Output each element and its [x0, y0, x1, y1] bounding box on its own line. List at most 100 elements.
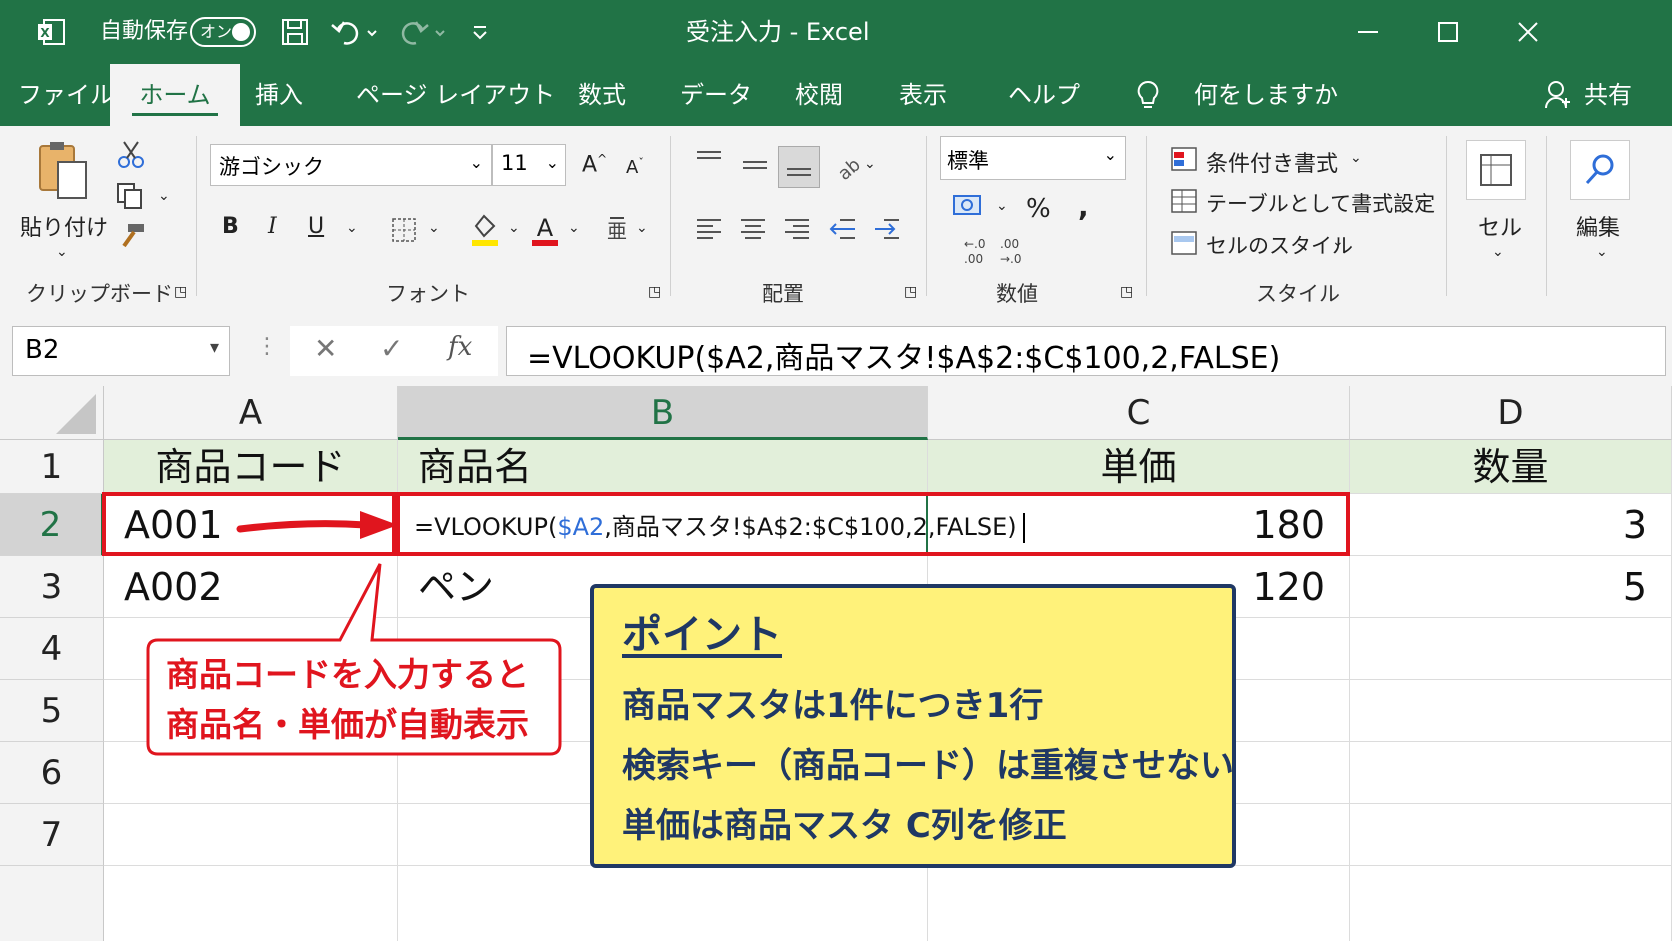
cell-a8[interactable]: [104, 866, 398, 941]
excel-icon[interactable]: X: [36, 18, 66, 46]
comma-button[interactable]: ,: [1078, 190, 1089, 223]
percent-button[interactable]: %: [1026, 194, 1051, 224]
phonetic-icon[interactable]: 亜: [606, 214, 628, 244]
copy-dropdown-icon[interactable]: ⌄: [158, 188, 170, 204]
fill-color-dropdown-icon[interactable]: ⌄: [508, 220, 520, 236]
maximize-icon[interactable]: [1436, 20, 1460, 44]
align-center-icon[interactable]: [738, 214, 768, 244]
person-icon[interactable]: [1544, 80, 1572, 110]
fill-color-icon[interactable]: [470, 212, 500, 246]
font-color-dropdown-icon[interactable]: ⌄: [568, 220, 580, 236]
close-icon[interactable]: [1516, 20, 1540, 44]
cells-icon[interactable]: [1466, 140, 1526, 200]
tab-review[interactable]: 校閲: [795, 64, 843, 126]
cancel-entry-icon[interactable]: ✕: [314, 332, 337, 365]
cell-c1[interactable]: 単価: [928, 440, 1350, 494]
align-right-icon[interactable]: [782, 214, 812, 244]
copy-icon[interactable]: [116, 182, 146, 210]
row-header-6[interactable]: 6: [0, 742, 104, 804]
underline-button[interactable]: U: [308, 214, 324, 239]
cell-styles-icon[interactable]: [1170, 230, 1200, 258]
font-size-select[interactable]: 11 ⌄: [492, 144, 566, 186]
confirm-entry-icon[interactable]: ✓: [380, 332, 403, 365]
currency-icon[interactable]: [952, 192, 986, 222]
cell-b8[interactable]: [398, 866, 928, 941]
increase-indent-icon[interactable]: [872, 214, 902, 244]
border-dropdown-icon[interactable]: ⌄: [428, 220, 440, 236]
alignment-launcher-icon[interactable]: ◳: [904, 284, 917, 300]
align-left-icon[interactable]: [694, 214, 724, 244]
lightbulb-icon[interactable]: [1136, 80, 1160, 112]
cell-a1[interactable]: 商品コード: [104, 440, 398, 494]
orientation-icon[interactable]: ab: [830, 150, 865, 185]
cell-d8[interactable]: [1350, 866, 1672, 941]
tab-home[interactable]: ホーム: [110, 64, 240, 126]
cell-styles-button[interactable]: セルのスタイル: [1206, 230, 1353, 260]
tell-me-box[interactable]: 何をしますか: [1194, 64, 1338, 126]
cell-d3[interactable]: 5: [1350, 556, 1672, 618]
row-header-5[interactable]: 5: [0, 680, 104, 742]
clipboard-launcher-icon[interactable]: ◳: [174, 284, 187, 300]
search-icon[interactable]: [1570, 140, 1630, 200]
format-as-table-dropdown-icon[interactable]: ⌄: [1414, 192, 1426, 208]
conditional-format-button[interactable]: 条件付き書式: [1206, 146, 1338, 178]
decrease-indent-icon[interactable]: [828, 214, 858, 244]
row-header-2[interactable]: 2: [0, 494, 104, 556]
tab-formulas[interactable]: 数式: [578, 64, 626, 126]
row-header-1[interactable]: 1: [0, 440, 104, 494]
tab-view[interactable]: 表示: [899, 64, 947, 126]
cells-button-label[interactable]: セル: [1478, 210, 1522, 242]
orientation-dropdown-icon[interactable]: ⌄: [864, 156, 876, 172]
insert-function-icon[interactable]: fx: [448, 332, 472, 362]
currency-dropdown-icon[interactable]: ⌄: [996, 198, 1008, 214]
conditional-format-icon[interactable]: [1170, 146, 1200, 174]
underline-dropdown-icon[interactable]: ⌄: [346, 220, 358, 236]
tab-help[interactable]: ヘルプ: [1008, 64, 1080, 126]
cell-c8[interactable]: [928, 866, 1350, 941]
autosave-toggle[interactable]: オン: [190, 17, 256, 47]
number-launcher-icon[interactable]: ◳: [1120, 284, 1133, 300]
cell-d4[interactable]: [1350, 618, 1672, 680]
formula-input[interactable]: =VLOOKUP($A2,商品マスタ!$A$2:$C$100,2,FALSE): [506, 326, 1666, 376]
cell-a3[interactable]: A002: [104, 556, 398, 618]
column-header-c[interactable]: C: [928, 386, 1350, 440]
save-icon[interactable]: [280, 17, 310, 47]
cell-d6[interactable]: [1350, 742, 1672, 804]
border-icon[interactable]: [390, 216, 418, 244]
minimize-icon[interactable]: [1356, 20, 1380, 44]
column-header-b[interactable]: B: [398, 386, 928, 440]
cell-d7[interactable]: [1350, 804, 1672, 866]
row-header-7[interactable]: 7: [0, 804, 104, 866]
paste-dropdown-icon[interactable]: ⌄: [56, 244, 68, 260]
undo-icon[interactable]: [330, 17, 380, 47]
align-top-icon[interactable]: [694, 146, 724, 176]
cell-styles-dropdown-icon[interactable]: ⌄: [1332, 234, 1344, 250]
cells-dropdown-icon[interactable]: ⌄: [1492, 244, 1504, 260]
number-format-select[interactable]: 標準 ⌄: [940, 136, 1126, 180]
font-name-select[interactable]: 游ゴシック ⌄: [210, 144, 492, 186]
format-as-table-button[interactable]: テーブルとして書式設定: [1206, 188, 1435, 218]
font-launcher-icon[interactable]: ◳: [648, 284, 661, 300]
row-header-3[interactable]: 3: [0, 556, 104, 618]
cell-d1[interactable]: 数量: [1350, 440, 1672, 494]
column-header-d[interactable]: D: [1350, 386, 1672, 440]
cell-d2[interactable]: 3: [1350, 494, 1672, 556]
cell-b1[interactable]: 商品名: [398, 440, 928, 494]
name-box[interactable]: B2 ▾: [12, 326, 230, 376]
cell-a7[interactable]: [104, 804, 398, 866]
tab-page-layout[interactable]: ページ レイアウト: [356, 64, 555, 126]
bold-button[interactable]: B: [222, 214, 239, 239]
editing-dropdown-icon[interactable]: ⌄: [1596, 244, 1608, 260]
row-header-4[interactable]: 4: [0, 618, 104, 680]
paste-label[interactable]: 貼り付け: [20, 210, 108, 242]
column-header-a[interactable]: A: [104, 386, 398, 440]
increase-font-icon[interactable]: A^: [582, 152, 607, 177]
format-painter-icon[interactable]: [116, 222, 146, 250]
format-as-table-icon[interactable]: [1170, 188, 1200, 216]
font-color-icon[interactable]: A: [530, 212, 560, 246]
redo-icon[interactable]: [398, 17, 448, 47]
editing-button-label[interactable]: 編集: [1576, 210, 1620, 242]
select-all-corner[interactable]: [0, 386, 104, 440]
decrease-font-icon[interactable]: Aˇ: [626, 156, 644, 178]
customize-icon[interactable]: [470, 22, 490, 42]
